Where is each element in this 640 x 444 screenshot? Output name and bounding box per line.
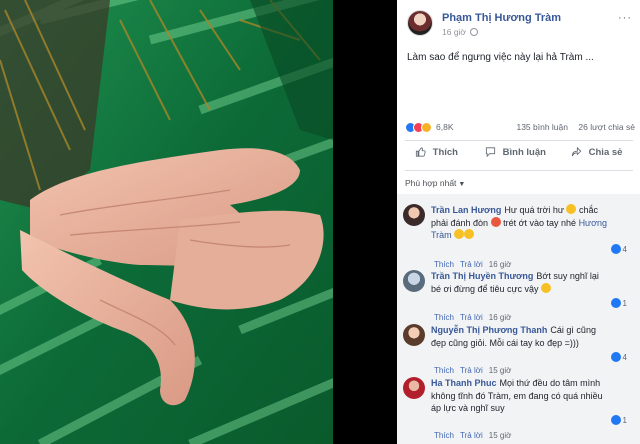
share-count[interactable]: 26 lượt chia sẻ	[578, 122, 635, 132]
like-count: 4	[622, 245, 627, 254]
emoji-icon	[464, 229, 475, 239]
commenter-name[interactable]: Nguyễn Thị Phương Thanh	[431, 325, 547, 335]
comment-text: Hư quá trời hư	[504, 205, 564, 215]
post-caption: Làm sao để ngưng việc này lại hả Tràm ..…	[407, 52, 594, 63]
post-timestamp[interactable]: 16 giờ	[442, 27, 479, 37]
author-name[interactable]: Phạm Thị Hương Tràm	[442, 12, 561, 24]
comment-like-link[interactable]: Thích	[434, 313, 454, 322]
photo-hands-illustration	[0, 0, 333, 444]
comment-reply-link[interactable]: Trả lời	[460, 260, 483, 269]
comment-time[interactable]: 15 giờ	[489, 431, 512, 440]
divider	[405, 140, 633, 141]
commenter-avatar[interactable]	[403, 377, 425, 399]
post-stats: 6,8K 135 bình luận 26 lượt chia sẻ	[405, 122, 635, 136]
comment-body: Nguyễn Thị Phương Thanh Cái gì cũng đẹp c…	[431, 324, 607, 349]
comment-count[interactable]: 135 bình luận	[516, 122, 568, 132]
comment-like-count[interactable]: 4	[610, 244, 627, 254]
emoji-icon	[490, 216, 501, 227]
commenter-name[interactable]: Trần Thị Huyền Thương	[431, 271, 533, 281]
comment-reply-link[interactable]: Trả lời	[460, 431, 483, 440]
post-header: Phạm Thị Hương Tràm 16 giờ ···	[407, 10, 632, 42]
comment-meta: Thích Trả lời 15 giờ	[434, 431, 517, 440]
comment-body: Trần Thị Huyền Thương Bớt suy nghĩ lại bé…	[431, 270, 607, 295]
engagement-counts: 135 bình luận 26 lượt chia sẻ	[516, 122, 635, 132]
comment-like-link[interactable]: Thích	[434, 431, 454, 440]
emoji-icon	[541, 282, 552, 293]
divider	[405, 170, 633, 171]
like-count: 4	[622, 353, 627, 362]
author-avatar[interactable]	[407, 10, 433, 36]
viewer-backdrop	[333, 0, 397, 444]
comment-body: Ha Thanh Phuc Mọi thứ đều do tâm mình khô…	[431, 377, 607, 415]
comment-text: trét ớt vào tay nhé	[503, 217, 577, 228]
comment-button[interactable]: Bình luận	[485, 147, 546, 158]
like-count: 1	[622, 416, 627, 425]
like-count: 1	[622, 299, 627, 308]
reaction-count[interactable]: 6,8K	[436, 122, 454, 132]
like-badge-icon	[610, 415, 621, 425]
sad-reaction-icon	[421, 122, 432, 133]
like-badge-icon	[610, 298, 621, 308]
comment-icon	[485, 147, 496, 157]
comment-reply-link[interactable]: Trả lời	[460, 313, 483, 322]
post-side-panel: Phạm Thị Hương Tràm 16 giờ ··· Làm sao đ…	[397, 0, 640, 444]
comment-label: Bình luận	[502, 147, 546, 158]
commenter-avatar[interactable]	[403, 204, 425, 226]
comment-like-count[interactable]: 4	[610, 352, 627, 362]
sort-label: Phù hợp nhất	[405, 178, 457, 188]
comment-like-count[interactable]: 1	[610, 415, 627, 425]
post-photo[interactable]	[0, 0, 333, 444]
commenter-avatar[interactable]	[403, 324, 425, 346]
comment-meta: Thích Trả lời 15 giờ	[434, 366, 517, 375]
emoji-icon	[454, 229, 465, 239]
commenter-name[interactable]: Trần Lan Hương	[431, 205, 501, 215]
share-label: Chia sẻ	[588, 147, 623, 158]
post-action-bar: Thích Bình luận Chia sẻ	[405, 144, 633, 166]
caret-down-icon: ▼	[458, 181, 466, 188]
like-button[interactable]: Thích	[415, 147, 458, 158]
comment-meta: Thích Trả lời 16 giờ	[434, 260, 517, 269]
comment-reply-link[interactable]: Trả lời	[460, 366, 483, 375]
comment-time[interactable]: 16 giờ	[489, 260, 512, 269]
comment-like-count[interactable]: 1	[610, 298, 627, 308]
comment-sort-dropdown[interactable]: Phù hợp nhất ▼	[405, 178, 465, 188]
comment-like-link[interactable]: Thích	[434, 366, 454, 375]
comment-body: Trần Lan Hương Hư quá trời hư chắc phải đ…	[431, 204, 607, 242]
facebook-photo-viewer: Phạm Thị Hương Tràm 16 giờ ··· Làm sao đ…	[0, 0, 640, 444]
share-arrow-icon	[571, 147, 582, 157]
post-time[interactable]: 16 giờ	[442, 27, 466, 37]
thumbs-up-icon	[415, 147, 426, 157]
globe-icon	[470, 28, 479, 36]
commenter-name[interactable]: Ha Thanh Phuc	[431, 378, 497, 388]
share-button[interactable]: Chia sẻ	[571, 147, 622, 158]
commenter-avatar[interactable]	[403, 270, 425, 292]
like-badge-icon	[610, 244, 621, 254]
emoji-icon	[566, 204, 577, 214]
comment-like-link[interactable]: Thích	[434, 260, 454, 269]
comment-time[interactable]: 16 giờ	[489, 313, 512, 322]
like-label: Thích	[432, 147, 458, 158]
like-badge-icon	[610, 352, 621, 362]
comments-list: Trần Lan Hương Hư quá trời hư chắc phải đ…	[397, 194, 640, 444]
comment-time[interactable]: 15 giờ	[489, 366, 512, 375]
more-options-button[interactable]: ···	[618, 12, 632, 24]
comment-meta: Thích Trả lời 16 giờ	[434, 313, 517, 322]
